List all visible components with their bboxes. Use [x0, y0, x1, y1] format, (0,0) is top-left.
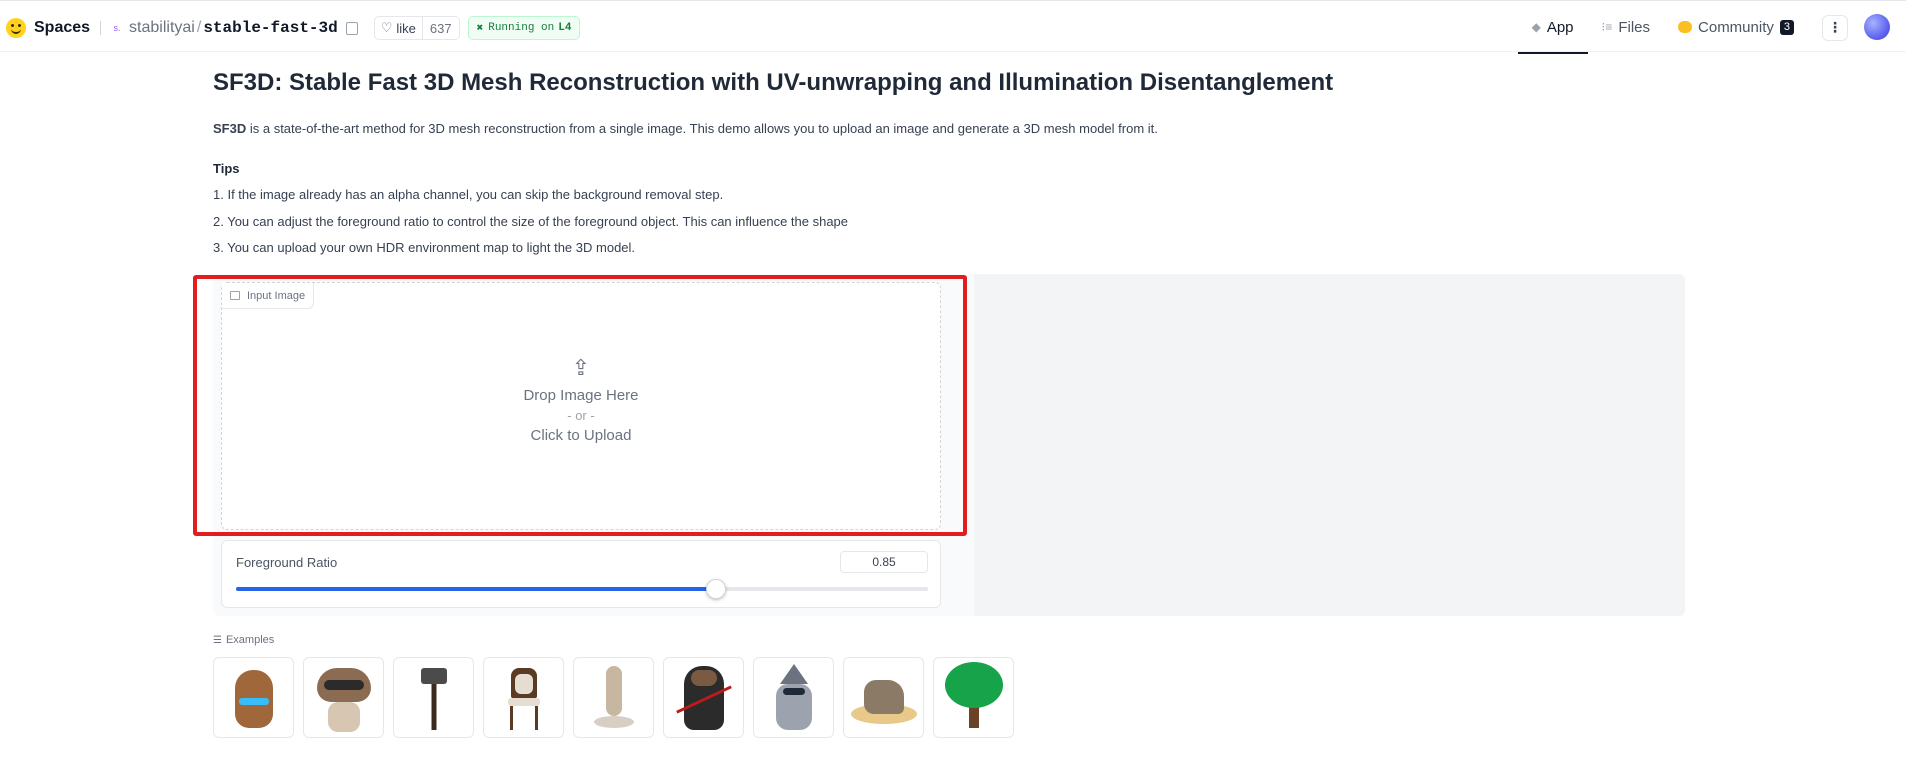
image-icon [230, 291, 240, 300]
tab-files[interactable]: ⁝≡ Files [1588, 1, 1665, 53]
community-count-badge: 3 [1779, 19, 1794, 35]
tab-app[interactable]: ◆ App [1517, 1, 1588, 54]
description: SF3D is a state-of-the-art method for 3D… [213, 121, 1158, 136]
running-status-badge[interactable]: ✖ Running on L4 [467, 16, 581, 40]
spaces-link[interactable]: Spaces [34, 19, 90, 37]
tab-files-label: Files [1618, 18, 1651, 36]
cube-icon: ◆ [1531, 20, 1541, 34]
beaver-example[interactable] [213, 657, 294, 738]
like-toggle[interactable]: ♡ like [375, 17, 423, 39]
input-image-label: Input Image [222, 283, 315, 309]
description-bold: SF3D [213, 121, 247, 136]
copy-icon[interactable] [345, 21, 358, 35]
image-upload-dropzone[interactable]: Input Image ⇪ Drop Image Here - or - Cli… [221, 282, 941, 530]
examples-heading-text: Examples [225, 634, 275, 646]
rocks-example[interactable] [843, 657, 924, 738]
files-icon: ⁝≡ [1601, 20, 1613, 34]
drop-image-text: Drop Image Here [523, 387, 639, 404]
tip-item: 1. If the image already has an alpha cha… [213, 187, 724, 202]
status-icon: ✖ [476, 23, 484, 35]
tab-app-label: App [1546, 18, 1574, 36]
examples-heading: ☰ Examples [213, 634, 274, 646]
org-avatar-icon: s. [113, 23, 121, 33]
like-count[interactable]: 637 [423, 21, 459, 36]
hardware-label: L4 [558, 22, 572, 34]
slider-thumb[interactable] [706, 579, 727, 599]
running-label: Running on [488, 22, 555, 34]
huggingface-logo-icon[interactable] [6, 18, 26, 38]
top-navbar: Spaces s. stabilityai / stable-fast-3d ♡… [0, 0, 1906, 54]
raccoon-example[interactable] [303, 657, 384, 738]
like-button[interactable]: ♡ like 637 [373, 16, 460, 40]
axe-example[interactable] [393, 657, 474, 738]
upload-icon: ⇪ [571, 355, 591, 380]
org-link[interactable]: stabilityai [129, 19, 195, 37]
statue-example[interactable] [573, 657, 654, 738]
tip-item: 3. You can upload your own HDR environme… [213, 240, 636, 255]
input-image-label-text: Input Image [247, 289, 306, 302]
tree-example[interactable] [933, 657, 1014, 738]
upload-prompt[interactable]: ⇪ Drop Image Here - or - Click to Upload [222, 355, 940, 444]
space-tabs: ◆ App ⁝≡ Files Community 3 ⋮ [1517, 1, 1906, 54]
output-panel [974, 274, 1685, 616]
path-separator: / [196, 19, 202, 36]
community-icon [1678, 21, 1693, 33]
like-label: like [396, 20, 416, 36]
repo-header: Spaces s. stabilityai / stable-fast-3d ♡… [6, 16, 581, 40]
list-icon: ☰ [213, 634, 222, 646]
foreground-ratio-control: Foreground Ratio [221, 540, 941, 608]
divider [100, 21, 102, 35]
tip-item: 2. You can adjust the foreground ratio t… [213, 214, 849, 229]
repo-name-link[interactable]: stable-fast-3d [203, 19, 337, 37]
tab-community-label: Community [1698, 18, 1774, 36]
description-text: is a state-of-the-art method for 3D mesh… [246, 121, 1158, 136]
slider-fill [236, 587, 717, 591]
foreground-ratio-input[interactable] [840, 551, 928, 573]
raccoon-wizard-example[interactable] [753, 657, 834, 738]
foreground-ratio-label: Foreground Ratio [236, 555, 338, 570]
input-panel: Input Image ⇪ Drop Image Here - or - Cli… [213, 274, 1685, 616]
tips-heading: Tips [213, 161, 240, 176]
more-options-button[interactable]: ⋮ [1822, 15, 1848, 41]
otter-samurai-example[interactable] [663, 657, 744, 738]
chair-example[interactable] [483, 657, 564, 738]
heart-icon: ♡ [380, 20, 393, 35]
avatar[interactable] [1864, 14, 1890, 40]
foreground-ratio-slider[interactable] [236, 579, 928, 599]
tab-community[interactable]: Community 3 [1664, 1, 1808, 53]
or-text: - or - [567, 408, 595, 423]
examples-gallery [213, 657, 1014, 738]
page-title: SF3D: Stable Fast 3D Mesh Reconstruction… [213, 69, 1334, 96]
click-to-upload-text: Click to Upload [530, 427, 632, 444]
